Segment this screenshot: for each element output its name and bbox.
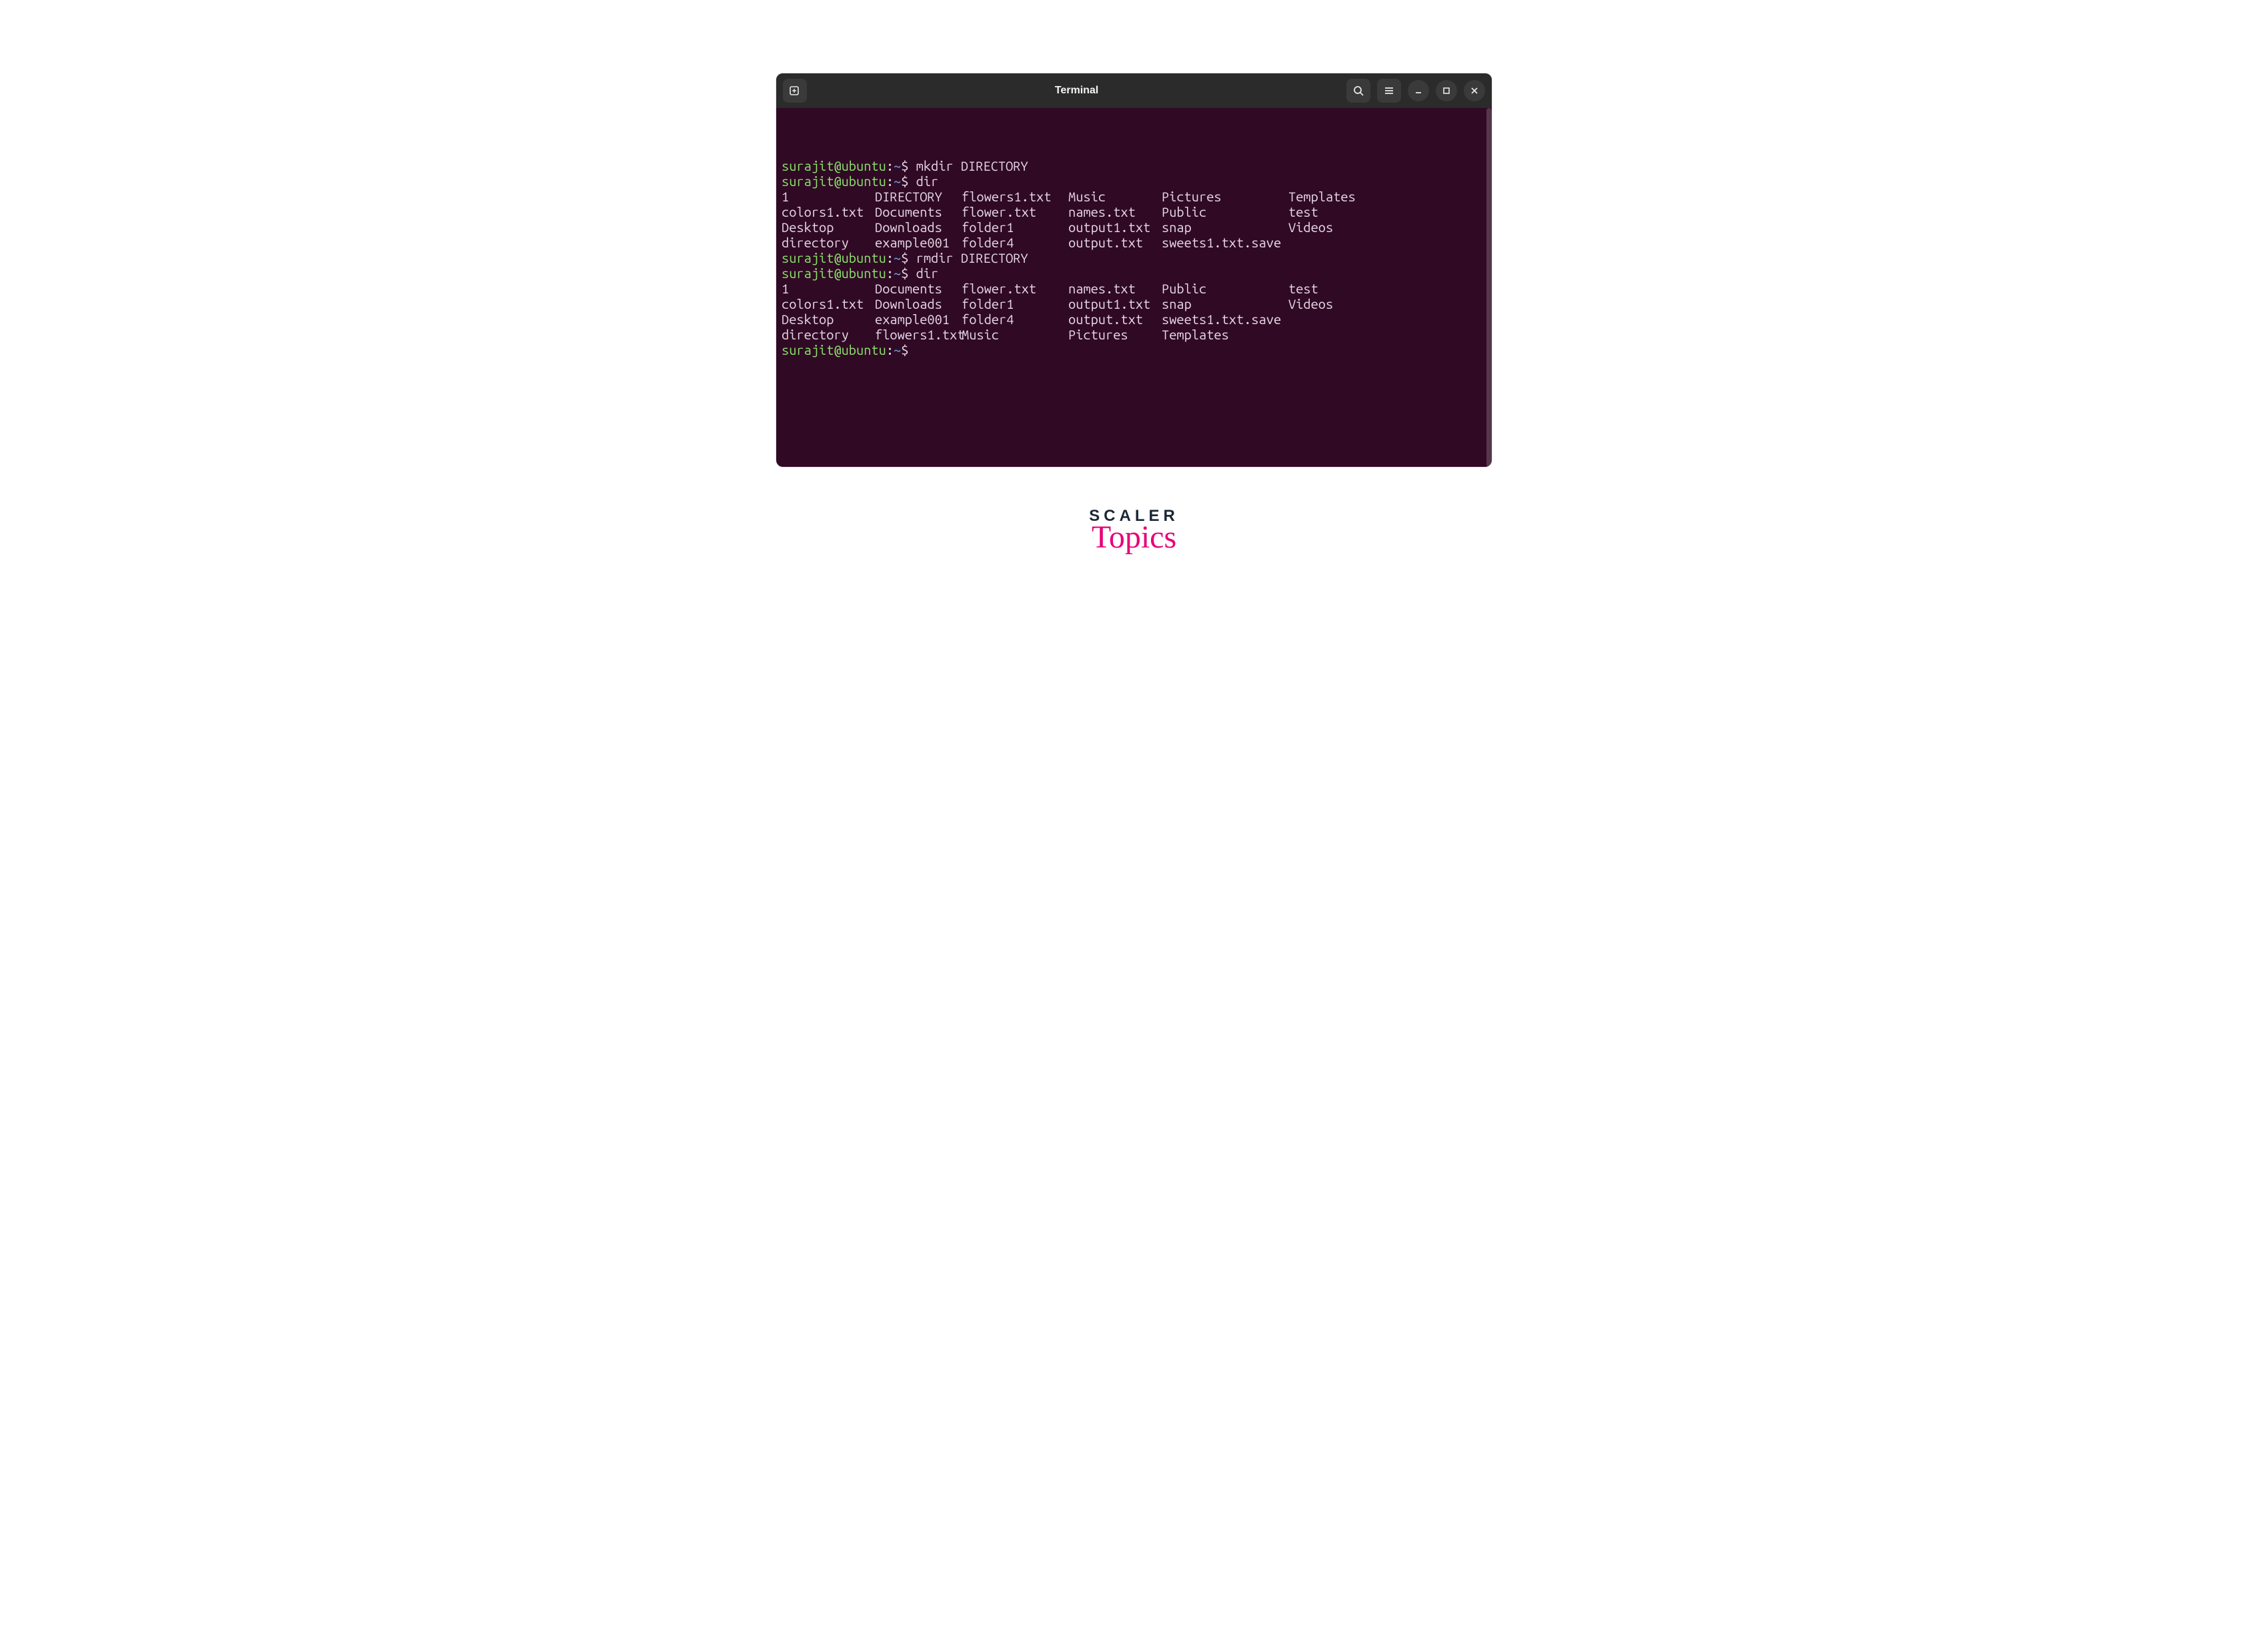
listing-cell: 1 bbox=[782, 281, 875, 296]
close-button[interactable] bbox=[1464, 80, 1485, 101]
close-icon bbox=[1470, 86, 1479, 95]
listing-cell: directory bbox=[782, 327, 875, 342]
prompt-user: surajit@ubuntu bbox=[782, 342, 886, 357]
command-text: rmdir DIRECTORY bbox=[916, 250, 1028, 265]
listing-cell: colors1.txt bbox=[782, 296, 875, 311]
listing-cell: DIRECTORY bbox=[875, 189, 962, 204]
listing-cell: output.txt bbox=[1068, 311, 1162, 327]
listing-row: 1Documentsflower.txtnames.txtPublictest bbox=[782, 281, 1486, 296]
prompt-path: ~ bbox=[894, 250, 901, 265]
hamburger-menu-button[interactable] bbox=[1377, 79, 1401, 103]
prompt-line: surajit@ubuntu:~$ bbox=[782, 342, 1486, 357]
listing-row: colors1.txtDocumentsflower.txtnames.txtP… bbox=[782, 204, 1486, 219]
listing-cell: Public bbox=[1162, 204, 1288, 219]
listing-cell: Desktop bbox=[782, 311, 875, 327]
listing-cell: example001 bbox=[875, 235, 962, 250]
listing-cell: Downloads bbox=[875, 219, 962, 235]
listing-cell: folder4 bbox=[962, 311, 1068, 327]
prompt-line: surajit@ubuntu:~$ dir bbox=[782, 173, 1486, 189]
listing-cell: Music bbox=[962, 327, 1068, 342]
listing-cell: flower.txt bbox=[962, 204, 1068, 219]
minimize-icon bbox=[1414, 86, 1423, 95]
listing-cell: Videos bbox=[1288, 296, 1382, 311]
prompt-line: surajit@ubuntu:~$ dir bbox=[782, 265, 1486, 281]
maximize-icon bbox=[1442, 86, 1451, 95]
command-text: dir bbox=[916, 173, 939, 189]
listing-cell: Templates bbox=[1162, 327, 1288, 342]
listing-cell: Pictures bbox=[1068, 327, 1162, 342]
listing-cell: Videos bbox=[1288, 219, 1382, 235]
listing-row: directoryexample001folder4output.txtswee… bbox=[782, 235, 1486, 250]
listing-cell: Desktop bbox=[782, 219, 875, 235]
listing-row: 1DIRECTORYflowers1.txtMusicPicturesTempl… bbox=[782, 189, 1486, 204]
scrollbar[interactable] bbox=[1486, 108, 1492, 467]
listing-cell: Pictures bbox=[1162, 189, 1288, 204]
prompt-line: surajit@ubuntu:~$ mkdir DIRECTORY bbox=[782, 158, 1486, 173]
prompt-path: ~ bbox=[894, 342, 901, 357]
listing-cell: flowers1.txt bbox=[962, 189, 1068, 204]
listing-cell: Downloads bbox=[875, 296, 962, 311]
search-button[interactable] bbox=[1346, 79, 1370, 103]
hamburger-icon bbox=[1383, 85, 1395, 97]
listing-row: directoryflowers1.txtMusicPicturesTempla… bbox=[782, 327, 1486, 342]
prompt-user: surajit@ubuntu bbox=[782, 173, 886, 189]
listing-cell: colors1.txt bbox=[782, 204, 875, 219]
listing-cell: snap bbox=[1162, 296, 1288, 311]
listing-cell: test bbox=[1288, 281, 1382, 296]
prompt-user: surajit@ubuntu bbox=[782, 158, 886, 173]
listing-cell: flowers1.txt bbox=[875, 327, 962, 342]
listing-cell: directory bbox=[782, 235, 875, 250]
brand-logo: SCALER Topics bbox=[704, 507, 1564, 556]
listing-cell: sweets1.txt.save bbox=[1162, 311, 1288, 327]
listing-cell: output1.txt bbox=[1068, 219, 1162, 235]
window-titlebar: Terminal bbox=[776, 73, 1492, 108]
listing-cell: sweets1.txt.save bbox=[1162, 235, 1288, 250]
listing-cell: Music bbox=[1068, 189, 1162, 204]
prompt-user: surajit@ubuntu bbox=[782, 265, 886, 281]
listing-cell: output.txt bbox=[1068, 235, 1162, 250]
listing-row: colors1.txtDownloadsfolder1output1.txtsn… bbox=[782, 296, 1486, 311]
prompt-path: ~ bbox=[894, 265, 901, 281]
listing-cell: test bbox=[1288, 204, 1382, 219]
listing-cell: folder1 bbox=[962, 219, 1068, 235]
listing-cell: Documents bbox=[875, 281, 962, 296]
maximize-button[interactable] bbox=[1436, 80, 1457, 101]
listing-cell: Templates bbox=[1288, 189, 1382, 204]
listing-cell: 1 bbox=[782, 189, 875, 204]
new-tab-button[interactable] bbox=[783, 79, 807, 103]
listing-cell: folder4 bbox=[962, 235, 1068, 250]
listing-cell: snap bbox=[1162, 219, 1288, 235]
listing-cell: flower.txt bbox=[962, 281, 1068, 296]
listing-cell: names.txt bbox=[1068, 204, 1162, 219]
listing-row: DesktopDownloadsfolder1output1.txtsnapVi… bbox=[782, 219, 1486, 235]
window-title: Terminal bbox=[814, 85, 1340, 97]
terminal-output[interactable]: surajit@ubuntu:~$ mkdir DIRECTORYsurajit… bbox=[776, 108, 1492, 467]
brand-line2: Topics bbox=[704, 519, 1564, 556]
listing-cell: output1.txt bbox=[1068, 296, 1162, 311]
listing-cell bbox=[1288, 311, 1382, 327]
listing-cell: names.txt bbox=[1068, 281, 1162, 296]
prompt-path: ~ bbox=[894, 173, 901, 189]
terminal-window: Terminal bbox=[776, 73, 1492, 467]
listing-cell: Public bbox=[1162, 281, 1288, 296]
listing-cell bbox=[1288, 235, 1382, 250]
prompt-path: ~ bbox=[894, 158, 901, 173]
listing-cell: folder1 bbox=[962, 296, 1068, 311]
command-text: mkdir DIRECTORY bbox=[916, 158, 1028, 173]
command-text: dir bbox=[916, 265, 939, 281]
listing-cell: Documents bbox=[875, 204, 962, 219]
prompt-line: surajit@ubuntu:~$ rmdir DIRECTORY bbox=[782, 250, 1486, 265]
prompt-user: surajit@ubuntu bbox=[782, 250, 886, 265]
listing-cell: example001 bbox=[875, 311, 962, 327]
listing-row: Desktopexample001folder4output.txtsweets… bbox=[782, 311, 1486, 327]
minimize-button[interactable] bbox=[1408, 80, 1429, 101]
listing-cell bbox=[1288, 327, 1382, 342]
search-icon bbox=[1352, 85, 1364, 97]
